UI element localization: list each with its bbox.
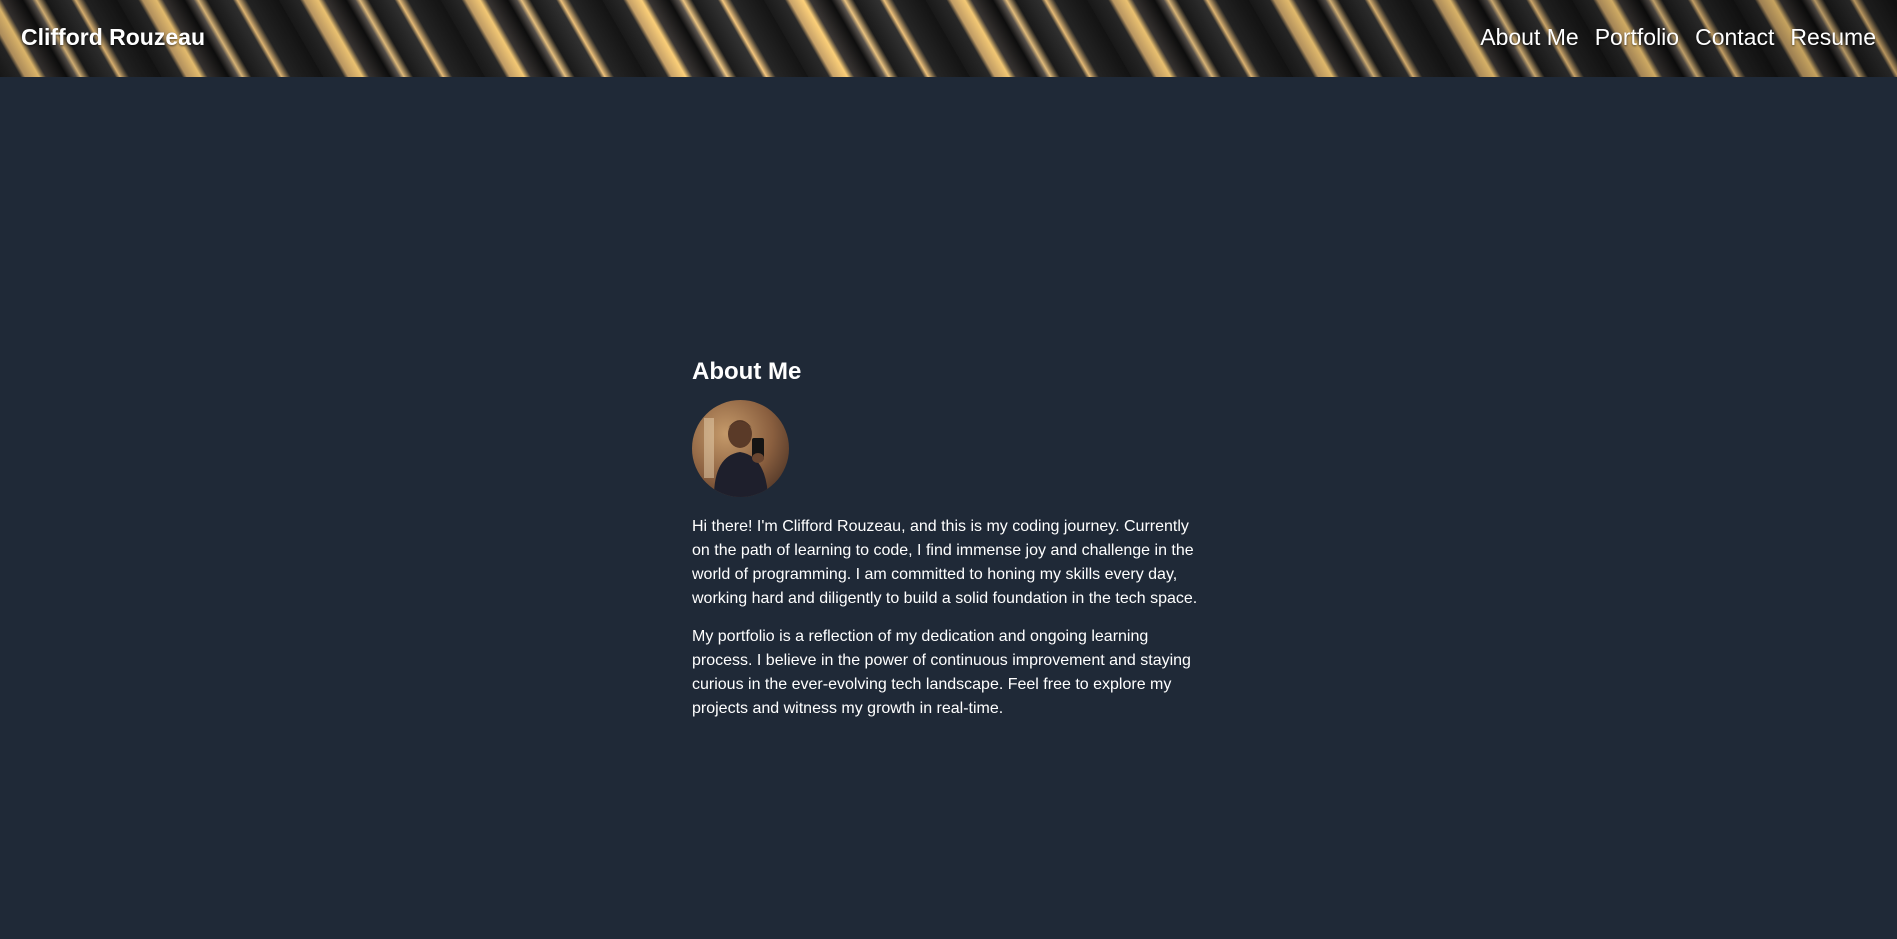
section-title: About Me [692, 358, 802, 385]
nav-resume[interactable]: Resume [1790, 24, 1876, 51]
about-paragraph-portfolio: My portfolio is a reflection of my dedic… [692, 628, 1191, 717]
main-nav: About Me Portfolio Contact Resume [1480, 24, 1876, 51]
nav-portfolio[interactable]: Portfolio [1595, 24, 1679, 51]
about-section: About Me Hi there! I'm Clifford Rouzeau,… [692, 358, 1204, 735]
avatar [692, 400, 789, 497]
about-paragraph-intro: Hi there! I'm Clifford Rouzeau, and this… [692, 518, 1198, 607]
nav-contact[interactable]: Contact [1695, 24, 1774, 51]
nav-about-me[interactable]: About Me [1480, 24, 1578, 51]
site-header: Clifford Rouzeau About Me Portfolio Cont… [0, 0, 1897, 77]
brand-link[interactable]: Clifford Rouzeau [21, 24, 205, 51]
profile-photo-icon [692, 400, 789, 497]
